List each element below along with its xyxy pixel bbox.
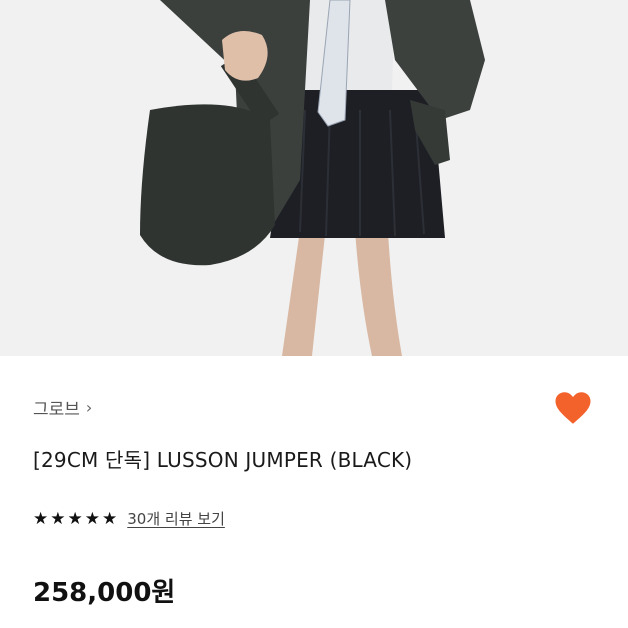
star-icon: ★ — [33, 508, 49, 529]
brand-link[interactable]: 그로브 › — [33, 395, 92, 420]
star-icon: ★ — [67, 508, 83, 529]
product-image[interactable] — [0, 0, 628, 356]
product-price: 258,000원 — [33, 578, 176, 608]
rating-stars: ★ ★ ★ ★ ★ — [33, 509, 117, 529]
product-photo-illustration — [0, 0, 628, 356]
star-icon: ★ — [84, 508, 100, 529]
rating-row: ★ ★ ★ ★ ★ 30개 리뷰 보기 — [33, 508, 225, 529]
star-icon: ★ — [102, 508, 118, 529]
chevron-right-icon: › — [85, 398, 93, 417]
star-icon: ★ — [50, 508, 66, 529]
product-title: [29CM 단독] LUSSON JUMPER (BLACK) — [33, 448, 413, 472]
brand-name: 그로브 — [33, 400, 80, 420]
review-link[interactable]: 30개 리뷰 보기 — [127, 508, 225, 529]
heart-icon[interactable] — [552, 387, 594, 429]
